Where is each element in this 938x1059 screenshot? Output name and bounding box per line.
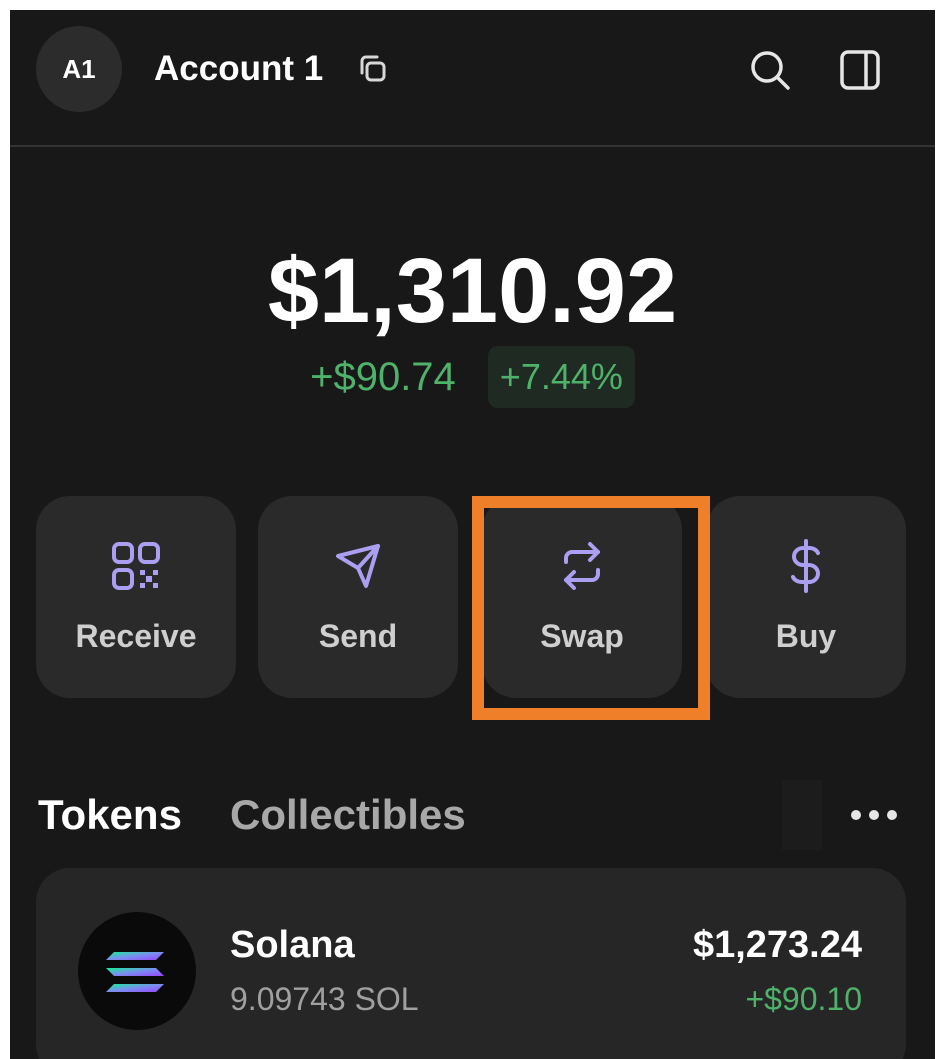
portfolio-change: +$90.74 +7.44%	[10, 346, 935, 408]
buy-label: Buy	[775, 618, 837, 654]
token-balance: 9.09743 SOL	[230, 981, 419, 1017]
swap-button[interactable]: Swap	[482, 496, 682, 698]
header: A1 Account 1	[10, 10, 935, 146]
receive-button[interactable]: Receive	[36, 496, 236, 698]
dollar-icon	[791, 539, 820, 593]
action-buttons: Receive Send Swap Buy	[36, 496, 906, 698]
tab-scroll-fade	[782, 780, 822, 850]
account-name[interactable]: Account 1	[154, 48, 323, 90]
copy-icon[interactable]	[356, 52, 390, 86]
more-options-icon[interactable]	[846, 800, 902, 830]
token-change: +$90.10	[745, 981, 862, 1017]
wallet-screen: A1 Account 1 $1,310.92 +$90.74 +7.44% Re…	[10, 10, 935, 1059]
token-name: Solana	[230, 924, 355, 966]
swap-label: Swap	[540, 618, 624, 654]
sidebar-icon[interactable]	[838, 48, 882, 92]
send-label: Send	[318, 618, 398, 654]
send-button[interactable]: Send	[258, 496, 458, 698]
header-divider	[10, 145, 935, 147]
avatar-initials: A1	[62, 53, 96, 84]
tab-tokens[interactable]: Tokens	[38, 790, 182, 840]
receive-label: Receive	[75, 618, 197, 654]
account-avatar[interactable]: A1	[36, 26, 122, 112]
qr-code-icon	[112, 542, 160, 590]
portfolio-balance: $1,310.92	[267, 240, 678, 342]
search-icon[interactable]	[748, 48, 792, 92]
send-icon	[336, 544, 380, 588]
change-percent-badge: +7.44%	[487, 346, 635, 408]
buy-button[interactable]: Buy	[706, 496, 906, 698]
change-amount: +$90.74	[310, 355, 456, 399]
solana-logo	[78, 912, 196, 1030]
tab-collectibles[interactable]: Collectibles	[230, 790, 466, 840]
solana-icon	[106, 952, 164, 992]
token-value: $1,273.24	[692, 924, 862, 966]
token-row[interactable]: Solana 9.09743 SOL $1,273.24 +$90.10	[36, 868, 906, 1059]
swap-icon	[564, 542, 600, 590]
